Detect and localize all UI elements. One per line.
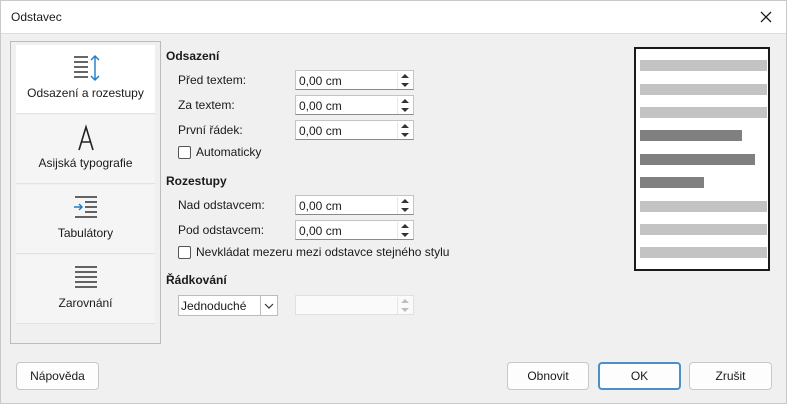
- indent-heading: Odsazení: [166, 49, 220, 63]
- spacing-heading: Rozestupy: [166, 174, 227, 188]
- spin-buttons[interactable]: [397, 72, 412, 89]
- tab-asian-typography[interactable]: Asijská typografie: [16, 115, 155, 184]
- spin-value: 0,00 cm: [299, 74, 342, 88]
- tab-label: Tabulátory: [57, 226, 114, 240]
- ok-button[interactable]: OK: [598, 362, 681, 390]
- first-line-label: První řádek:: [178, 123, 243, 137]
- checkbox-box[interactable]: [178, 246, 191, 259]
- spin-buttons[interactable]: [397, 222, 412, 239]
- preview-line-current: [640, 154, 755, 165]
- reset-button[interactable]: Obnovit: [507, 362, 589, 390]
- spin-buttons[interactable]: [397, 97, 412, 114]
- tab-indents-spacing[interactable]: Odsazení a rozestupy: [16, 45, 155, 114]
- checkbox-box[interactable]: [178, 146, 191, 159]
- spin-buttons[interactable]: [397, 197, 412, 214]
- paragraph-dialog: Odstavec Odsazení a rozestupy Asijská ty…: [0, 0, 787, 404]
- close-button[interactable]: [746, 1, 786, 33]
- chevron-down-icon[interactable]: [260, 296, 277, 315]
- before-text-spinbox[interactable]: 0,00 cm: [295, 70, 414, 90]
- line-spacing-heading: Řádkování: [166, 273, 227, 287]
- alignment-icon: [16, 263, 155, 293]
- dialog-title: Odstavec: [11, 10, 62, 24]
- preview-line: [640, 107, 767, 118]
- first-line-spinbox[interactable]: 0,00 cm: [295, 120, 414, 140]
- spin-buttons[interactable]: [397, 122, 412, 139]
- preview-line: [640, 84, 767, 95]
- title-bar: Odstavec: [1, 1, 786, 34]
- tab-label: Asijská typografie: [38, 156, 133, 170]
- after-text-label: Za textem:: [178, 98, 235, 112]
- preview-line: [640, 201, 767, 212]
- above-paragraph-spinbox[interactable]: 0,00 cm: [295, 195, 414, 215]
- spin-buttons[interactable]: [397, 297, 412, 314]
- above-paragraph-label: Nad odstavcem:: [178, 198, 265, 212]
- close-icon: [760, 11, 772, 23]
- paragraph-preview: [634, 47, 770, 271]
- tab-label: Odsazení a rozestupy: [27, 86, 144, 100]
- line-spacing-value-spinbox[interactable]: [295, 295, 414, 315]
- preview-line: [640, 224, 767, 235]
- tab-alignment[interactable]: Zarovnání: [16, 255, 155, 324]
- below-paragraph-spinbox[interactable]: 0,00 cm: [295, 220, 414, 240]
- below-paragraph-label: Pod odstavcem:: [178, 223, 265, 237]
- line-spacing-select[interactable]: Jednoduché: [178, 295, 278, 316]
- select-value: Jednoduché: [181, 299, 247, 313]
- spin-value: 0,00 cm: [299, 99, 342, 113]
- preview-line-current: [640, 177, 704, 188]
- tab-tabs[interactable]: Tabulátory: [16, 185, 155, 254]
- after-text-spinbox[interactable]: 0,00 cm: [295, 95, 414, 115]
- preview-line: [640, 60, 767, 71]
- spin-value: 0,00 cm: [299, 199, 342, 213]
- checkbox-label: Nevkládat mezeru mezi odstavce stejného …: [196, 245, 450, 259]
- spin-value: 0,00 cm: [299, 124, 342, 138]
- tabs-icon: [16, 193, 155, 223]
- cancel-button[interactable]: Zrušit: [689, 362, 772, 390]
- checkbox-label: Automaticky: [196, 145, 262, 159]
- preview-line-current: [640, 130, 742, 141]
- category-sidebar: Odsazení a rozestupy Asijská typografie …: [10, 41, 161, 344]
- asian-typography-icon: [16, 123, 155, 153]
- help-button[interactable]: Nápověda: [16, 362, 99, 390]
- before-text-label: Před textem:: [178, 73, 247, 87]
- spin-value: 0,00 cm: [299, 224, 342, 238]
- tab-label: Zarovnání: [58, 296, 113, 310]
- preview-line: [640, 247, 767, 258]
- indent-spacing-icon: [16, 53, 155, 83]
